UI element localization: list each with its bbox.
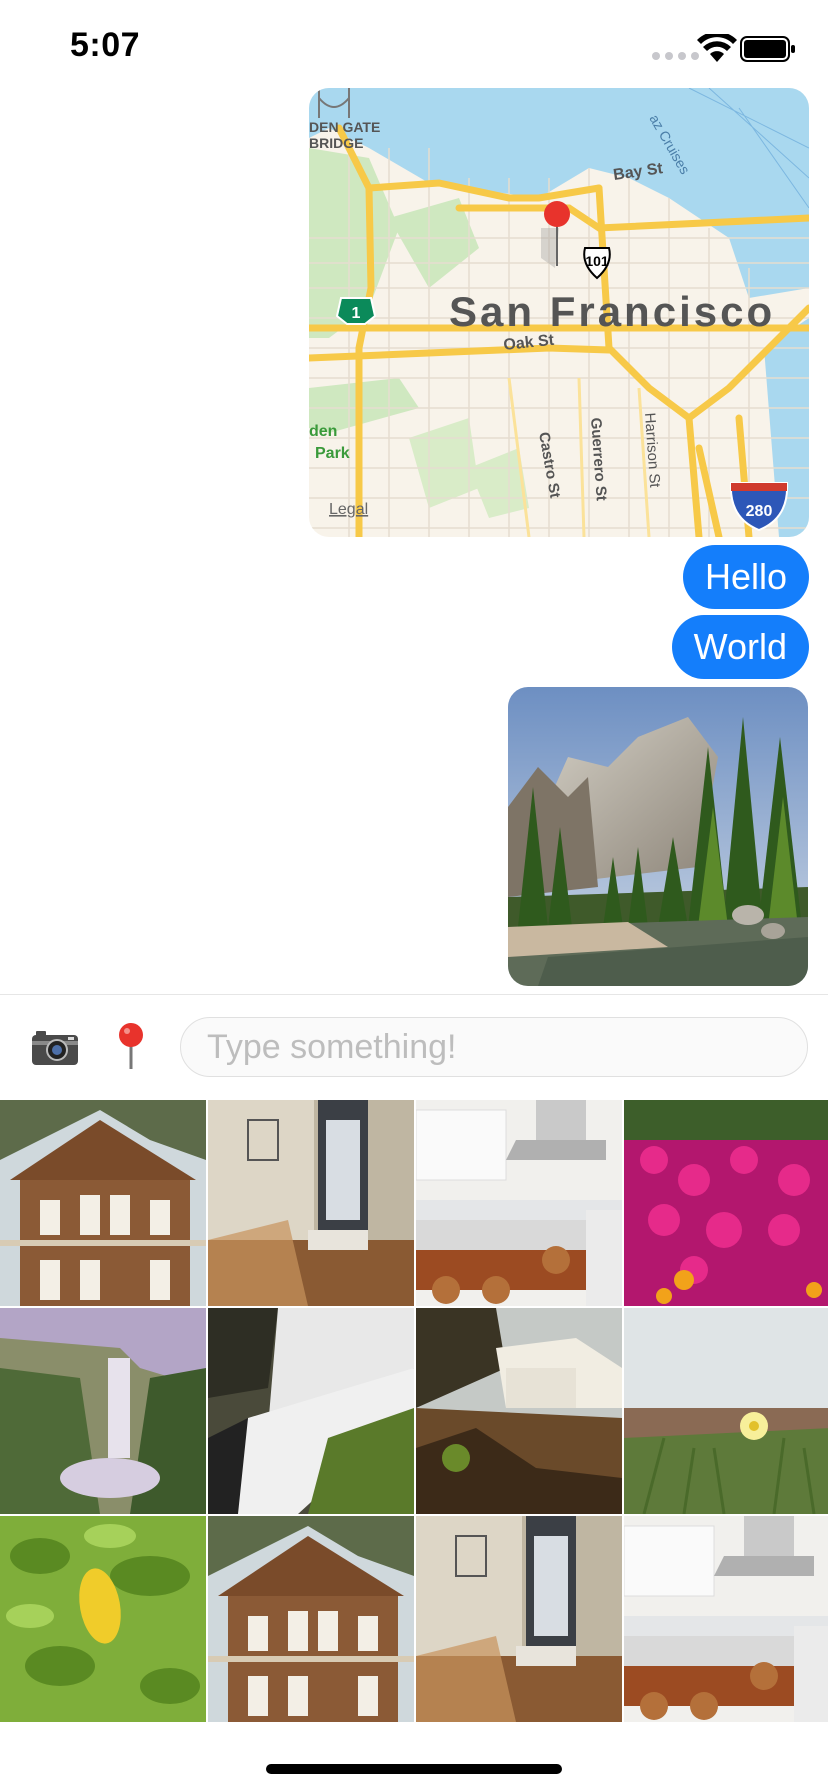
photo-thumbnail-waterfall-rocks[interactable] [208,1308,414,1514]
photo-thumbnail-room[interactable] [416,1516,622,1722]
message-input[interactable] [180,1017,808,1077]
photo-thumbnail-waterfall-sunset[interactable] [416,1308,622,1514]
wifi-icon [697,34,737,62]
photo-thumbnail-room[interactable] [208,1100,414,1306]
status-bar: 5:07 [0,0,828,96]
photo-picker-grid [0,1100,828,1722]
battery-icon [740,36,795,62]
input-toolbar [0,994,828,1099]
cellular-signal-icon [652,52,699,60]
location-message-bubble[interactable]: DEN GATE BRIDGE Bay St Oak St Castro St … [309,88,809,537]
message-bubble-hello[interactable]: Hello [682,545,809,609]
camera-icon[interactable] [30,1025,80,1069]
map-label: Park [315,445,350,462]
photo-thumbnail-kitchen[interactable] [416,1100,622,1306]
svg-text:1: 1 [352,305,361,322]
map-label: BRIDGE [309,135,363,151]
photo-thumbnail-yellow-flower[interactable] [624,1308,828,1514]
photo-thumbnail-house[interactable] [0,1100,206,1306]
map-city-label: San Francisco [449,288,775,335]
message-list[interactable]: DEN GATE BRIDGE Bay St Oak St Castro St … [0,88,828,993]
svg-text:101: 101 [585,253,609,269]
map-legal-link[interactable]: Legal [329,501,368,518]
photo-thumbnail-flowers[interactable] [624,1100,828,1306]
location-pin-icon[interactable] [114,1021,148,1071]
map-image: DEN GATE BRIDGE Bay St Oak St Castro St … [309,88,809,537]
photo-thumbnail-waterfall-cliff[interactable] [0,1308,206,1514]
photo-thumbnail-house[interactable] [208,1516,414,1722]
map-label: DEN GATE [309,119,380,135]
photo-thumbnail-kitchen[interactable] [624,1516,828,1722]
ca-1-shield-icon: 1 [335,297,377,325]
mountain-forest-photo [508,687,808,986]
message-bubble-world[interactable]: World [671,615,809,679]
status-time: 5:07 [70,26,141,64]
svg-text:280: 280 [746,503,773,520]
map-label: den [309,423,337,440]
photo-thumbnail-leaves[interactable] [0,1516,206,1722]
photo-message-bubble[interactable] [508,687,808,986]
home-indicator[interactable] [266,1764,562,1774]
